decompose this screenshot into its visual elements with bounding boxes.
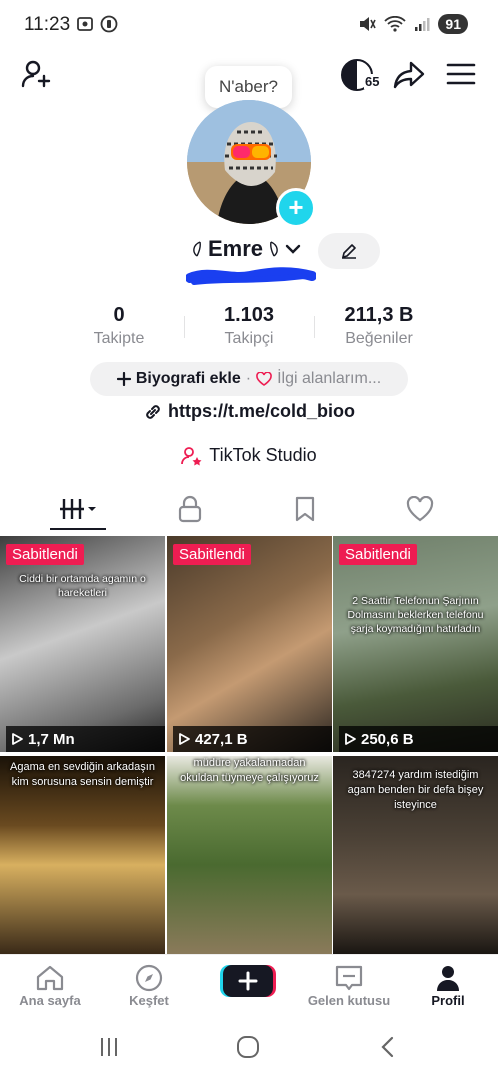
bookmark-icon [295,496,315,522]
signal-icon [415,18,430,31]
lock-icon [178,495,202,523]
stat-followers[interactable]: 1.103 Takipçi [184,304,314,348]
back-icon[interactable] [378,1036,398,1058]
stat-label: Takipte [93,330,145,347]
video-caption: müdüre yakalanmadan okuldan tüymeye çalı… [180,757,319,784]
share-profile-button[interactable] [393,60,425,95]
profile-icon [437,966,459,991]
bio-separator: · [245,370,252,387]
tiktok-studio-button[interactable]: TikTok Studio [0,445,498,466]
video-caption: 2 Saattir Telefonun Şarjının Dolmasını b… [347,595,484,636]
video-caption: Agama en sevdiğin arkadaşın kim sorusuna… [10,761,155,788]
recent-apps-icon[interactable] [98,1036,120,1058]
tab-liked[interactable] [390,488,450,530]
nav-inbox[interactable]: Gelen kutusu [303,963,395,1008]
heart-outline-icon [256,372,272,386]
play-icon [345,733,356,745]
video-thumbnail[interactable]: 3847274 yardım istediğim agam benden bir… [333,756,498,954]
nav-profile[interactable]: Profil [403,963,493,1008]
screenshot-icon [77,17,93,31]
bottom-navigation: Ana sayfa Keşfet Gelen kutusu Profil [0,954,498,1015]
stat-following[interactable]: 0 Takipte [54,304,184,348]
profile-link[interactable]: https://t.me/cold_bioo [0,401,498,422]
pinned-badge: Sabitlendi [173,544,251,565]
add-user-icon [21,60,51,88]
interests-button[interactable]: İlgi alanlarım... [277,370,381,388]
edit-profile-button[interactable] [318,233,380,269]
pencil-icon [342,244,356,259]
status-time: 11:23 [24,14,71,35]
nav-home-label: Ana sayfa [19,993,81,1008]
view-count-value: 250,6 B [361,730,414,748]
view-count-value: 1,7 Mn [28,730,75,748]
nav-inbox-label: Gelen kutusu [307,993,391,1008]
active-tab-indicator [50,528,106,530]
video-thumbnail[interactable]: Agama en sevdiğin arkadaşın kim sorusuna… [0,756,165,954]
grid-icon [60,499,96,519]
studio-user-icon [181,446,202,465]
view-count: 250,6 B [339,726,498,752]
profile-link-text: https://t.me/cold_bioo [168,401,355,421]
home-system-icon[interactable] [236,1035,260,1059]
video-thumbnail[interactable]: Sabitlendi Ciddi bir ortamda agamın o ha… [0,536,165,752]
play-icon [179,733,190,745]
play-icon [12,733,23,745]
plus-icon [116,372,131,386]
stat-likes[interactable]: 211,3 B Beğeniler [314,304,444,348]
add-bio-button[interactable]: Biyografi ekle [136,370,241,388]
stat-value: 1.103 [223,304,275,326]
nav-discover-label: Keşfet [129,993,169,1008]
mute-icon [360,17,377,31]
stat-label: Beğeniler [345,330,413,347]
view-count: 1,7 Mn [6,726,165,752]
wifi-icon [384,16,407,32]
tiktok-studio-label: TikTok Studio [209,445,317,465]
nav-home[interactable]: Ana sayfa [5,963,95,1008]
video-thumbnail[interactable]: müdüre yakalanmadan okuldan tüymeye çalı… [167,756,332,954]
leaf-right-icon [270,241,278,257]
pinned-badge: Sabitlendi [339,544,417,565]
create-button[interactable] [220,963,276,997]
share-icon [393,61,425,89]
system-navigation-bar [0,1016,498,1080]
status-system-icons: 91 [358,14,468,34]
status-notification-icons [76,15,118,33]
add-friend-button[interactable] [20,58,52,95]
redaction-scribble [186,267,316,285]
coin-count: 65 [364,74,381,89]
stat-label: Takipçi [224,330,274,347]
compass-icon [135,964,163,992]
home-icon [36,965,64,991]
profile-tabs [0,488,498,530]
link-icon [146,404,160,419]
coins-button[interactable]: 65 [340,58,384,92]
leaf-left-icon [193,241,201,257]
video-thumbnail[interactable]: Sabitlendi 2 Saattir Telefonun Şarjının … [333,536,498,752]
profile-name: Emre [208,236,264,261]
view-count: 427,1 B [173,726,332,752]
tab-videos[interactable] [48,488,108,530]
stat-value: 0 [113,304,125,326]
video-thumbnail[interactable]: Sabitlendi 427,1 B [167,536,332,752]
record-icon [100,15,118,33]
chevron-down-icon [285,244,301,254]
profile-name-row[interactable]: Emre [190,236,301,262]
menu-button[interactable] [446,62,476,91]
nav-profile-label: Profil [431,993,465,1008]
battery-indicator: 91 [438,14,468,34]
inbox-icon [335,965,363,991]
pinned-badge: Sabitlendi [6,544,84,565]
heart-icon [406,496,434,522]
create-plus-icon [220,965,276,997]
add-story-button[interactable]: + [276,188,316,228]
nav-discover[interactable]: Keşfet [104,963,194,1008]
view-count-value: 427,1 B [195,730,248,748]
video-caption: Ciddi bir ortamda agamın o hareketleri [19,573,146,600]
hamburger-icon [446,63,476,85]
tab-private[interactable] [160,488,220,530]
bio-interests-pill[interactable]: Biyografi ekle · İlgi alanlarım... [90,362,408,396]
stat-value: 211,3 B [344,304,414,326]
video-caption: 3847274 yardım istediğim agam benden bir… [347,769,484,811]
tab-saved[interactable] [275,488,335,530]
